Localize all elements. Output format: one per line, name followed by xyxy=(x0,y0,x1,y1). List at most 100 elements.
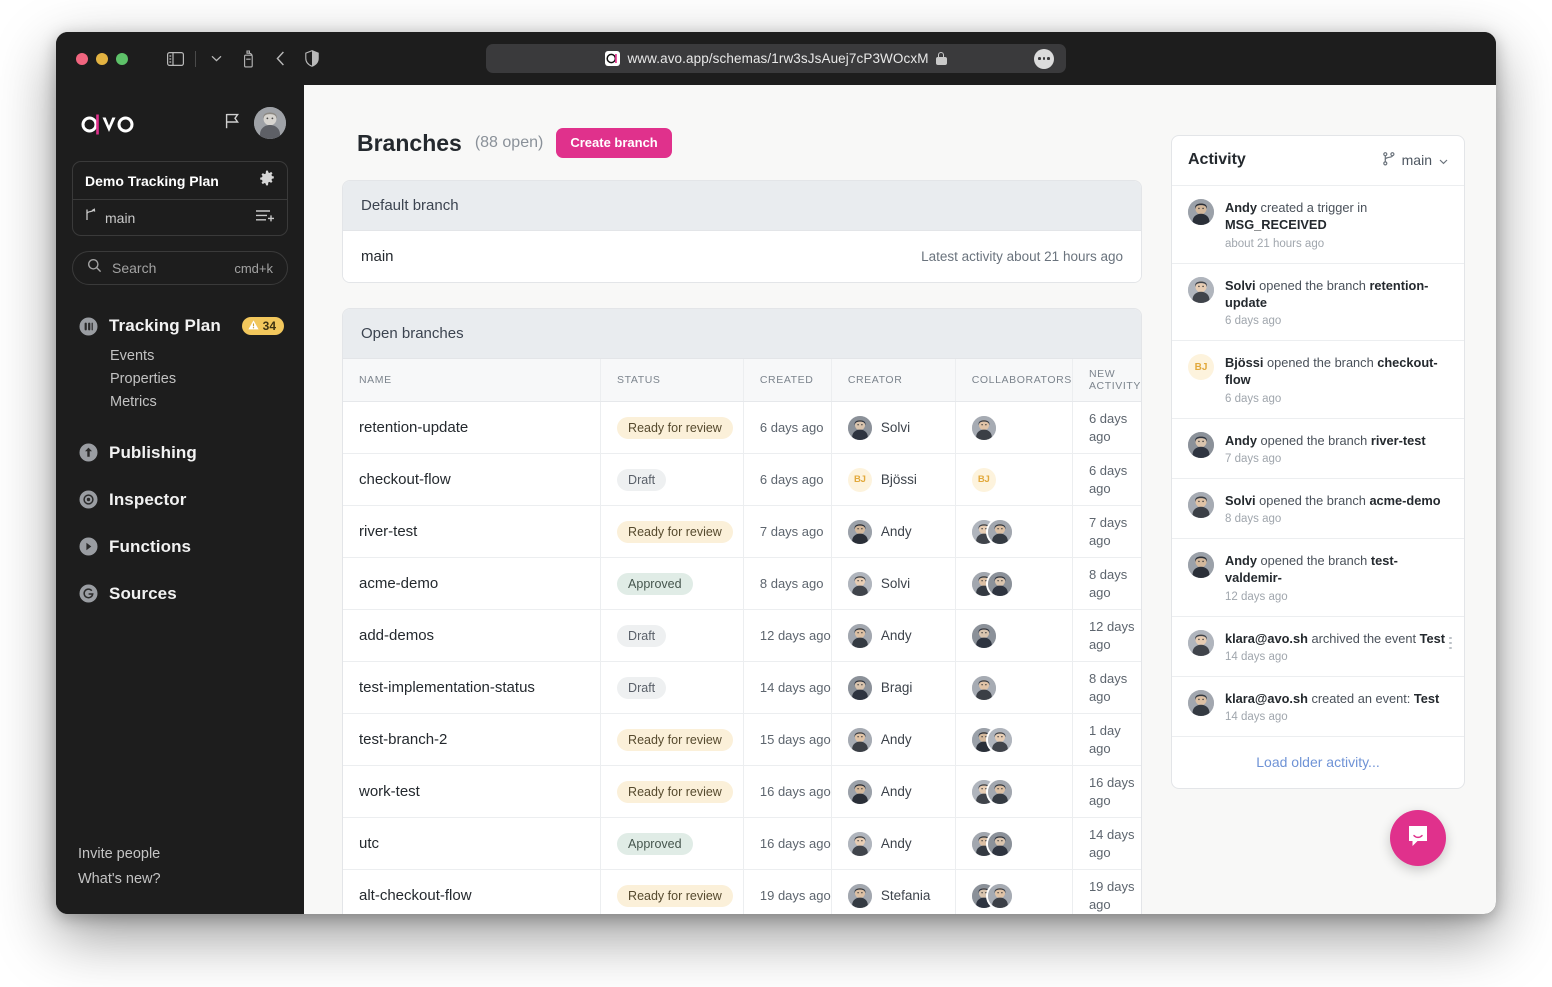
sidebar-item-metrics[interactable]: Metrics xyxy=(110,391,288,414)
activity-actor: Andy xyxy=(1225,553,1257,569)
close-window-button[interactable] xyxy=(76,52,88,65)
content-blocker-icon[interactable] xyxy=(234,46,262,72)
activity-text: Solvi opened the branch retention-update xyxy=(1225,277,1429,310)
cell-creator: Stefania xyxy=(831,869,956,914)
column-header-created[interactable]: CREATED xyxy=(743,359,832,403)
sidebar-item-functions[interactable]: Functions xyxy=(72,530,288,563)
table-row[interactable]: checkout-flow Draft 6 days ago BJ Bjössi BJ 6 … xyxy=(343,453,1141,507)
column-header-creator[interactable]: CREATOR xyxy=(831,359,956,403)
cell-new-activity: 8 days ago xyxy=(1072,557,1141,611)
cell-new-activity: 6 days ago xyxy=(1072,453,1141,507)
table-row[interactable]: acme-demo Approved 8 days ago Solvi 8 days a… xyxy=(343,557,1141,611)
sidebar-footer: Invite people What's new? xyxy=(72,842,161,892)
load-older-activity-link[interactable]: Load older activity... xyxy=(1172,737,1464,788)
sidebar-item-inspector[interactable]: Inspector xyxy=(72,483,288,516)
current-branch-row[interactable]: main xyxy=(73,199,287,235)
intercom-chat-button[interactable] xyxy=(1390,810,1446,866)
sidebar-nav: Tracking Plan 34 Events Properties Metri… xyxy=(72,311,288,610)
back-arrow-icon[interactable] xyxy=(266,46,294,72)
table-row[interactable]: river-test Ready for review 7 days ago Andy… xyxy=(343,505,1141,559)
table-row[interactable]: add-demos Draft 12 days ago Andy 12 days ago xyxy=(343,609,1141,663)
more-dots-icon[interactable] xyxy=(1034,48,1054,69)
branch-icon xyxy=(1382,151,1395,169)
table-row[interactable]: retention-update Ready for review 6 days a… xyxy=(343,401,1141,455)
default-branch-row[interactable]: main Latest activity about 21 hours ago xyxy=(343,231,1141,283)
workspace-row[interactable]: Demo Tracking Plan xyxy=(73,162,287,199)
sidebar-item-sources[interactable]: Sources xyxy=(72,577,288,610)
list-item[interactable]: Andy opened the branch test-valdemir- 12 … xyxy=(1172,539,1464,617)
table-row[interactable]: test-branch-2 Ready for review 15 days ago… xyxy=(343,713,1141,767)
branch-name-text: work-test xyxy=(359,782,420,800)
cell-new-activity: 7 days ago xyxy=(1072,505,1141,559)
cell-new-activity: 8 days ago xyxy=(1072,661,1141,715)
cell-collaborators xyxy=(955,713,1073,767)
list-add-icon[interactable] xyxy=(255,208,275,228)
create-branch-button[interactable]: Create branch xyxy=(556,128,672,159)
address-bar[interactable]: www.avo.app/schemas/1rw3sJsAuej7cP3WOcxM xyxy=(486,44,1066,73)
tracking-plan-subnav: Events Properties Metrics xyxy=(72,345,288,414)
kebab-menu-icon[interactable] xyxy=(1449,636,1452,650)
sidebar-item-label: Tracking Plan xyxy=(109,316,221,335)
creator-name: Andy xyxy=(880,836,912,852)
table-row[interactable]: alt-checkout-flow Ready for review 19 days… xyxy=(343,869,1141,914)
status-badge[interactable]: 34 xyxy=(241,317,284,335)
column-header-status[interactable]: STATUS xyxy=(600,359,744,403)
sidebar-toggle-icon[interactable] xyxy=(161,46,189,72)
created-text: 16 days ago xyxy=(759,783,831,799)
list-item[interactable]: Andy created a trigger in MSG_RECEIVED ab… xyxy=(1172,186,1464,264)
sidebar-item-tracking-plan[interactable]: Tracking Plan 34 xyxy=(72,311,288,341)
list-item[interactable]: Andy opened the branch river-test 7 days … xyxy=(1172,419,1464,479)
activity-branch-selector[interactable]: main xyxy=(1382,151,1448,169)
search-input[interactable]: Search cmd+k xyxy=(72,251,288,285)
activity-target: acme-demo xyxy=(1369,492,1441,508)
avatar xyxy=(847,883,872,908)
status-badge: Draft xyxy=(617,624,667,647)
list-item[interactable]: BJ Bjössi opened the branch checkout-flow… xyxy=(1172,341,1464,419)
avatar: BJ xyxy=(847,467,872,492)
column-header-name[interactable]: NAME xyxy=(343,359,602,403)
whats-new-link[interactable]: What's new? xyxy=(72,867,161,892)
avatar: BJ xyxy=(971,467,996,492)
sidebar-item-events[interactable]: Events xyxy=(110,345,288,368)
gear-icon[interactable] xyxy=(259,170,275,191)
branch-name-text: acme-demo xyxy=(359,574,439,592)
cell-status: Ready for review xyxy=(600,505,744,559)
activity-actor: Solvi xyxy=(1225,492,1256,508)
column-header-new-activity[interactable]: NEW ACTIVITY xyxy=(1072,359,1141,403)
column-header-collaborators[interactable]: COLLABORATORS xyxy=(955,359,1073,403)
list-item[interactable]: klara@avo.sh archived the event Test 14 d… xyxy=(1172,617,1464,677)
collaborator-avatars xyxy=(971,831,1072,856)
cell-collaborators xyxy=(955,401,1073,455)
created-text: 7 days ago xyxy=(759,523,824,539)
functions-icon xyxy=(78,537,98,557)
toolbar-divider xyxy=(195,50,196,67)
minimize-window-button[interactable] xyxy=(96,52,108,65)
flag-icon[interactable] xyxy=(225,113,240,134)
avatar xyxy=(987,519,1012,544)
sources-icon xyxy=(78,584,98,604)
avatar xyxy=(1188,552,1214,579)
publish-icon xyxy=(78,443,98,463)
list-item[interactable]: Solvi opened the branch retention-update… xyxy=(1172,264,1464,342)
avo-logo[interactable] xyxy=(78,110,140,136)
zoom-window-button[interactable] xyxy=(116,52,128,65)
activity-time: 6 days ago xyxy=(1225,392,1282,405)
created-text: 16 days ago xyxy=(759,835,831,851)
shield-icon[interactable] xyxy=(298,46,326,72)
chevron-down-icon[interactable] xyxy=(202,46,230,72)
status-badge: Ready for review xyxy=(617,780,733,803)
collaborator-avatars xyxy=(971,571,1072,596)
branches-table: NAME STATUS CREATED CREATOR COLLABORATOR… xyxy=(343,359,1141,914)
activity-actor: klara@avo.sh xyxy=(1225,630,1308,646)
created-text: 14 days ago xyxy=(759,679,831,695)
avatar[interactable] xyxy=(254,107,286,139)
table-row[interactable]: test-implementation-status Draft 14 days a… xyxy=(343,661,1141,715)
sidebar-item-properties[interactable]: Properties xyxy=(110,368,288,391)
list-item[interactable]: Solvi opened the branch acme-demo 8 days … xyxy=(1172,479,1464,540)
table-row[interactable]: work-test Ready for review 16 days ago Andy… xyxy=(343,765,1141,819)
list-item[interactable]: klara@avo.sh created an event: Test 14 da… xyxy=(1172,677,1464,738)
creator-name: Bjössi xyxy=(880,472,917,488)
table-row[interactable]: utc Approved 16 days ago Andy 14 days ago xyxy=(343,817,1141,871)
sidebar-item-publishing[interactable]: Publishing xyxy=(72,436,288,469)
invite-people-link[interactable]: Invite people xyxy=(72,842,161,867)
